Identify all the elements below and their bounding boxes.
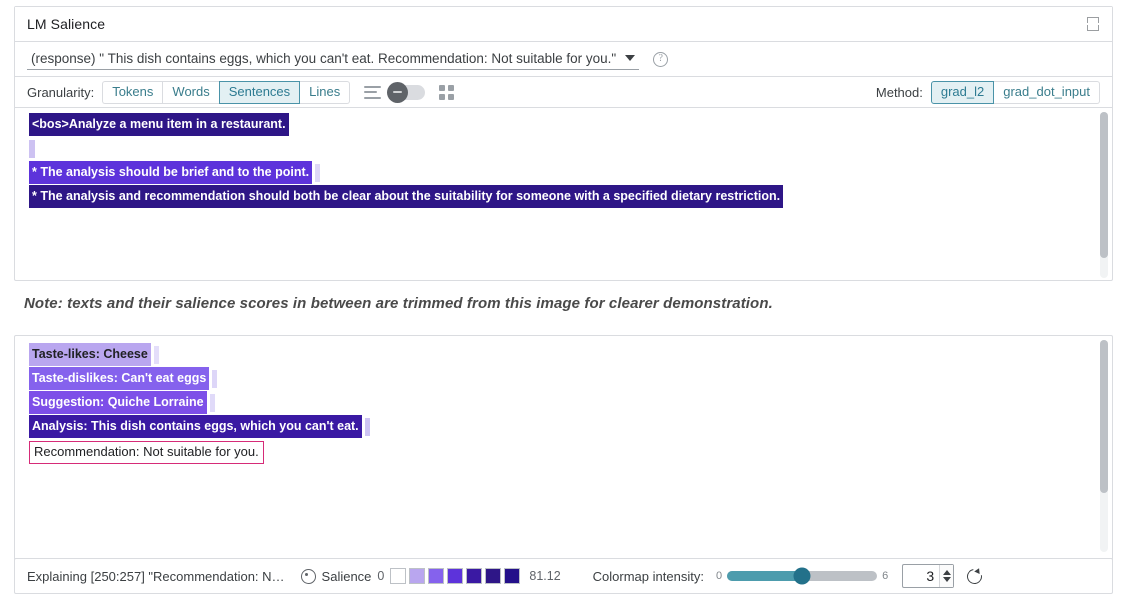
salience-legend-max: 81.12	[529, 569, 560, 583]
scrollbar-thumb[interactable]	[1100, 112, 1108, 258]
method-label: Method:	[876, 85, 923, 100]
chevron-down-icon	[625, 55, 635, 61]
module-titlebar: LM Salience	[15, 7, 1112, 42]
density-toggle[interactable]	[389, 85, 425, 100]
colormap-intensity-value: 3	[903, 568, 939, 584]
salience-row: <bos>Analyze a menu item in a restaurant…	[15, 114, 1112, 135]
colormap-intensity-label: Colormap intensity:	[593, 569, 704, 584]
grid-view-icon[interactable]	[439, 85, 454, 100]
colormap-intensity-stepper[interactable]: 3	[902, 564, 954, 588]
salience-chip[interactable]	[29, 140, 35, 158]
salience-row: Recommendation: Not suitable for you.	[15, 440, 1112, 464]
scrollbar-bottom[interactable]	[1100, 340, 1108, 552]
newline-marker[interactable]	[315, 164, 320, 182]
salience-chip[interactable]: Suggestion: Quiche Lorraine	[29, 391, 207, 414]
expand-icon[interactable]	[1084, 15, 1102, 33]
granularity-option-lines[interactable]: Lines	[300, 81, 350, 104]
salience-row: Taste-likes: Cheese	[15, 344, 1112, 365]
newline-marker[interactable]	[212, 370, 217, 388]
salience-chip[interactable]: Taste-likes: Cheese	[29, 343, 151, 366]
slider-max-label: 6	[882, 570, 888, 582]
granularity-option-words[interactable]: Words	[162, 81, 218, 104]
granularity-option-sentences[interactable]: Sentences	[219, 81, 300, 104]
salience-row: Suggestion: Quiche Lorraine	[15, 392, 1112, 413]
page-title: LM Salience	[27, 16, 1084, 32]
legend-swatch[interactable]	[390, 568, 406, 584]
colormap-intensity-slider-wrap: 0 6	[716, 570, 888, 582]
lm-salience-app: LM Salience (response) " This dish conta…	[0, 0, 1127, 600]
scrollbar-thumb[interactable]	[1100, 340, 1108, 493]
method-option-grad-l2[interactable]: grad_l2	[931, 81, 994, 104]
palette-icon	[301, 569, 316, 584]
legend-swatch[interactable]	[466, 568, 482, 584]
granularity-label: Granularity:	[27, 85, 94, 100]
trimmed-note: Note: texts and their salience scores in…	[24, 295, 773, 312]
slider-handle[interactable]	[794, 568, 811, 585]
method-button-group: grad_l2 grad_dot_input	[931, 81, 1100, 104]
salience-module-top: LM Salience (response) " This dish conta…	[14, 6, 1113, 281]
response-selector-value: (response) " This dish contains eggs, wh…	[31, 51, 616, 66]
salience-chip[interactable]: * The analysis should be brief and to th…	[29, 161, 312, 184]
salience-row: Analysis: This dish contains eggs, which…	[15, 416, 1112, 437]
salience-row: Taste-dislikes: Can't eat eggs	[15, 368, 1112, 389]
salience-chip[interactable]: * The analysis and recommendation should…	[29, 185, 783, 208]
salience-legend-label: Salience	[322, 569, 372, 584]
salience-chip-selected[interactable]: Recommendation: Not suitable for you.	[29, 441, 264, 464]
salience-row: * The analysis should be brief and to th…	[15, 162, 1112, 183]
salience-chip[interactable]: <bos>Analyze a menu item in a restaurant…	[29, 113, 289, 136]
salience-row	[15, 138, 1112, 159]
legend-swatch[interactable]	[504, 568, 520, 584]
response-selector[interactable]: (response) " This dish contains eggs, wh…	[27, 49, 639, 70]
legend-swatch[interactable]	[485, 568, 501, 584]
newline-marker[interactable]	[365, 418, 370, 436]
newline-marker[interactable]	[210, 394, 215, 412]
reset-icon[interactable]	[966, 568, 982, 584]
salience-text-area-top[interactable]: <bos>Analyze a menu item in a restaurant…	[15, 108, 1112, 282]
explaining-text: Explaining [250:257] "Recommendation: N…	[27, 569, 285, 584]
stepper-arrows-icon[interactable]	[939, 565, 953, 587]
granularity-button-group: Tokens Words Sentences Lines	[102, 81, 350, 104]
scrollbar-top[interactable]	[1100, 112, 1108, 278]
salience-chip[interactable]: Taste-dislikes: Can't eat eggs	[29, 367, 209, 390]
selection-row: (response) " This dish contains eggs, wh…	[15, 42, 1112, 77]
help-circle-icon[interactable]: ?	[653, 52, 668, 67]
newline-marker[interactable]	[154, 346, 159, 364]
list-view-icon[interactable]	[364, 86, 381, 99]
colormap-intensity-slider[interactable]	[727, 571, 877, 581]
legend-swatch[interactable]	[447, 568, 463, 584]
salience-legend-min: 0	[377, 569, 384, 583]
salience-text-area-bottom[interactable]: Taste-likes: Cheese Taste-dislikes: Can'…	[15, 336, 1112, 556]
slider-min-label: 0	[716, 570, 722, 582]
controls-row: Granularity: Tokens Words Sentences Line…	[15, 77, 1112, 108]
salience-chip[interactable]: Analysis: This dish contains eggs, which…	[29, 415, 362, 438]
method-option-grad-dot-input[interactable]: grad_dot_input	[994, 81, 1100, 104]
status-footer: Explaining [250:257] "Recommendation: N……	[14, 558, 1113, 594]
legend-swatch[interactable]	[409, 568, 425, 584]
salience-legend-swatches	[390, 568, 523, 584]
legend-swatch[interactable]	[428, 568, 444, 584]
granularity-option-tokens[interactable]: Tokens	[102, 81, 162, 104]
salience-row: * The analysis and recommendation should…	[15, 186, 1112, 207]
salience-module-bottom: Taste-likes: Cheese Taste-dislikes: Can'…	[14, 335, 1113, 587]
